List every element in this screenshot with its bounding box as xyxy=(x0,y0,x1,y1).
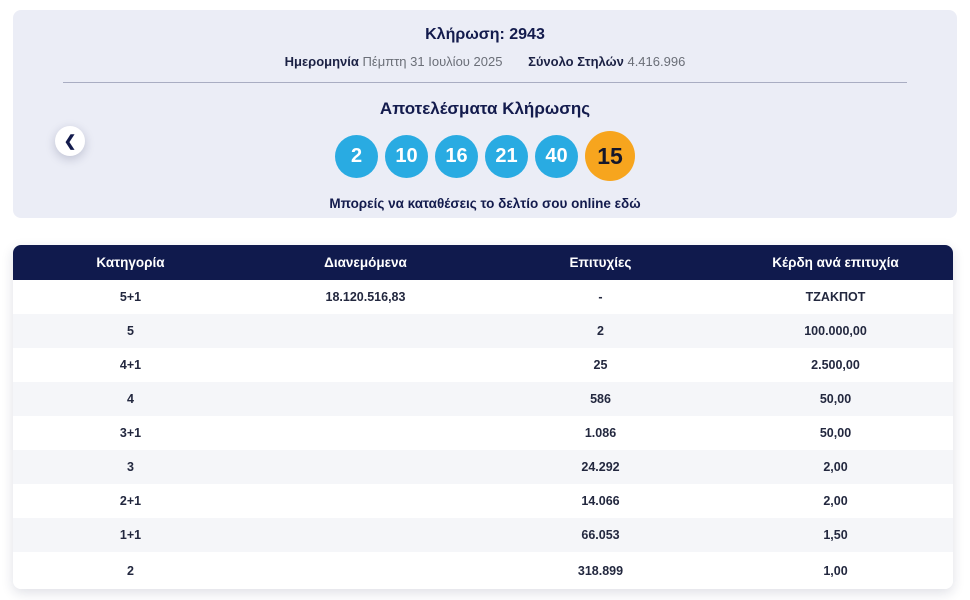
winning-number-ball: 40 xyxy=(535,134,578,178)
table-row: 5+1 18.120.516,83 - ΤΖΑΚΠΟΤ xyxy=(13,280,953,314)
draw-meta: Ημερομηνία Πέμπτη 31 Ιουλίου 2025 Σύνολο… xyxy=(13,54,957,69)
table-row: 2 318.899 1,00 xyxy=(13,552,953,589)
draw-title: Κλήρωση: 2943 xyxy=(425,26,545,43)
previous-draw-button[interactable]: ❮ xyxy=(55,126,85,156)
table-row: 4 586 50,00 xyxy=(13,382,953,416)
table-cell: 1+1 xyxy=(119,528,142,542)
table-cell: 25 xyxy=(593,358,608,372)
winning-numbers: 2 10 16 21 40 15 xyxy=(13,131,957,181)
winning-number-ball: 2 xyxy=(335,134,378,178)
table-cell: 1.086 xyxy=(584,426,617,440)
winning-number-ball: 16 xyxy=(435,134,478,178)
column-header-category: Κατηγορία xyxy=(96,255,165,270)
table-cell: 14.066 xyxy=(581,494,620,508)
table-cell: 2,00 xyxy=(823,460,848,474)
table-cell: 5 xyxy=(127,324,134,338)
table-cell: 100.000,00 xyxy=(804,324,867,338)
table-cell: 318.899 xyxy=(577,563,624,578)
table-cell: 2,00 xyxy=(823,494,848,508)
table-cell: 50,00 xyxy=(819,426,852,440)
submit-slip-online-link[interactable]: Μπορείς να καταθέσεις το δελτίο σου onli… xyxy=(13,196,957,211)
chevron-left-icon: ❮ xyxy=(63,132,77,150)
table-cell: 3 xyxy=(127,460,134,474)
total-columns-label: Σύνολο Στηλών xyxy=(528,54,624,69)
table-cell: 50,00 xyxy=(819,392,852,406)
column-header-distributed: Διανεμόμενα xyxy=(324,255,407,270)
results-title: Αποτελέσματα Κλήρωσης xyxy=(379,99,591,118)
date-label: Ημερομηνία xyxy=(284,54,359,69)
table-cell: 1,00 xyxy=(823,563,848,578)
table-cell: 5+1 xyxy=(119,290,142,304)
table-cell: ΤΖΑΚΠΟΤ xyxy=(805,290,866,304)
table-row: 1+1 66.053 1,50 xyxy=(13,518,953,552)
prize-table: Κατηγορία Διανεμόμενα Επιτυχίες Κέρδη αν… xyxy=(13,245,953,589)
bonus-number-ball: 15 xyxy=(585,131,635,181)
table-cell: 3+1 xyxy=(119,426,142,440)
table-cell: 2 xyxy=(127,563,134,578)
table-cell: 1,50 xyxy=(823,528,848,542)
table-cell: 586 xyxy=(590,392,611,406)
table-cell: - xyxy=(598,290,603,304)
table-row: 4+1 25 2.500,00 xyxy=(13,348,953,382)
prize-table-body: 5+1 18.120.516,83 - ΤΖΑΚΠΟΤ 5 2 100.000,00 4+1 2… xyxy=(13,280,953,589)
date-value: Πέμπτη 31 Ιουλίου 2025 xyxy=(362,54,503,69)
column-header-prize-per-winner: Κέρδη ανά επιτυχία xyxy=(772,255,899,270)
winning-number-ball: 21 xyxy=(485,134,528,178)
table-cell: 4+1 xyxy=(119,358,142,372)
table-cell: 24.292 xyxy=(581,460,620,474)
table-row: 5 2 100.000,00 xyxy=(13,314,953,348)
table-cell: 2 xyxy=(597,324,604,338)
total-columns-value: 4.416.996 xyxy=(627,54,686,69)
draw-results-panel: Κλήρωση: 2943 Ημερομηνία Πέμπτη 31 Ιουλί… xyxy=(13,10,957,218)
table-row: 3 24.292 2,00 xyxy=(13,450,953,484)
prize-table-header: Κατηγορία Διανεμόμενα Επιτυχίες Κέρδη αν… xyxy=(13,245,953,280)
table-cell: 18.120.516,83 xyxy=(325,290,406,304)
table-row: 3+1 1.086 50,00 xyxy=(13,416,953,450)
winning-number-ball: 10 xyxy=(385,134,428,178)
table-cell: 2+1 xyxy=(119,494,142,508)
table-cell: 66.053 xyxy=(581,528,620,542)
table-row: 2+1 14.066 2,00 xyxy=(13,484,953,518)
table-cell: 2.500,00 xyxy=(811,358,860,372)
column-header-winners: Επιτυχίες xyxy=(569,255,632,270)
table-cell: 4 xyxy=(127,392,134,406)
divider xyxy=(63,82,907,83)
